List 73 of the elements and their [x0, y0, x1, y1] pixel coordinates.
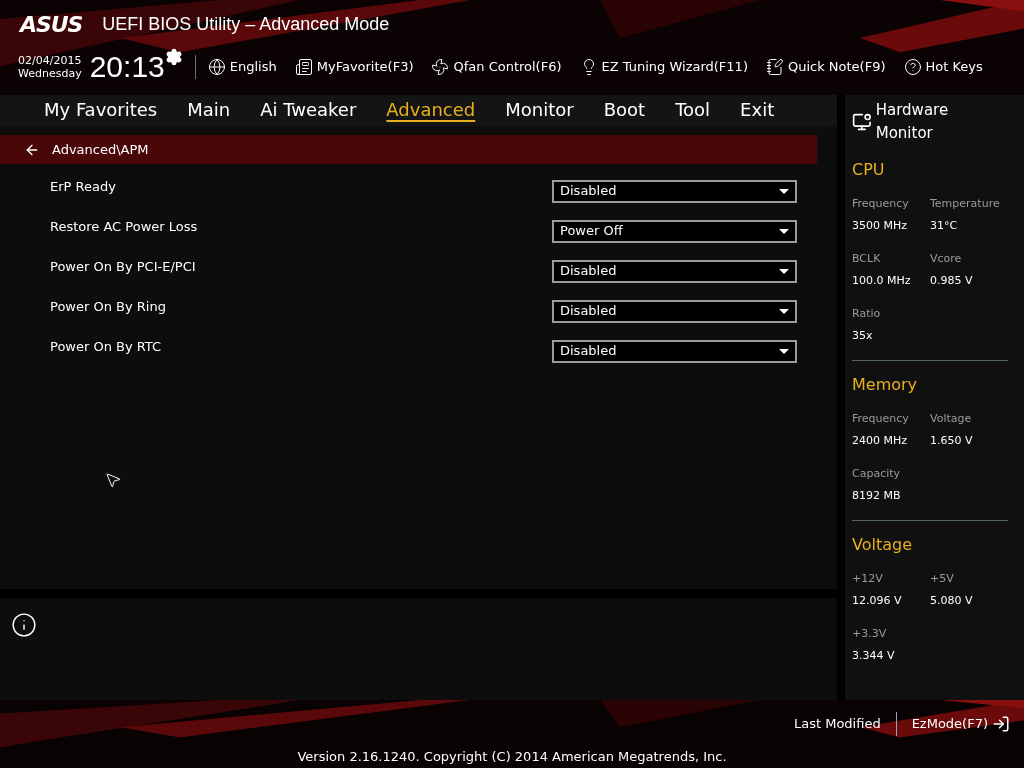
panel-title: Hardware Monitor	[875, 100, 950, 144]
metric-value: 100.0 MHz	[852, 272, 912, 289]
toolbar-button[interactable]: Hot Keys	[903, 57, 983, 77]
toolbar-button[interactable]: Quick Note(F9)	[765, 57, 886, 77]
list-icon	[294, 58, 313, 76]
metric-value: 3500 MHz	[852, 217, 909, 234]
tab[interactable]: Exit	[740, 99, 775, 121]
copyright: Version 2.16.1240. Copyright (C) 2014 American Megatrends, Inc.	[296, 748, 728, 766]
metric-label: Frequency	[852, 196, 910, 212]
metric-label: Voltage	[930, 411, 973, 427]
toolbar-button[interactable]: EZ Tuning Wizard(F11)	[579, 57, 748, 77]
tab[interactable]: Boot	[603, 99, 646, 121]
metric-label: Ratio	[852, 306, 882, 322]
metric-value: 3.344 V	[852, 647, 896, 664]
section-title: Voltage	[852, 534, 913, 556]
tab[interactable]: My Favorites	[44, 99, 158, 121]
metric-label: +5V	[930, 571, 955, 587]
metric-value: 1.650 V	[930, 432, 974, 449]
logo: ASUS	[20, 10, 83, 39]
monitor-icon	[852, 111, 872, 132]
tab[interactable]: Advanced	[386, 99, 476, 121]
tab[interactable]: Ai Tweaker	[260, 99, 357, 121]
metric-label: Vcore	[930, 251, 963, 267]
clock: 20:13	[89, 52, 165, 82]
setting-dropdown[interactable]: Power Off	[552, 219, 797, 243]
dropdown-arrow-icon	[779, 188, 789, 194]
dropdown-arrow-icon	[779, 268, 789, 274]
setting-label: ErP Ready	[50, 178, 116, 197]
setting-dropdown[interactable]: Disabled	[552, 299, 797, 323]
weekday: Wednesday	[18, 67, 82, 80]
window-title: UEFI BIOS Utility – Advanced Mode	[102, 12, 390, 36]
section-title: Memory	[852, 374, 919, 396]
exit-arrow-icon	[992, 715, 1010, 733]
setting-label: Power On By PCI-E/PCI	[50, 258, 196, 277]
tab[interactable]: Monitor	[505, 99, 574, 121]
metric-label: Temperature	[930, 196, 1001, 212]
setting-dropdown[interactable]: Disabled	[552, 259, 797, 283]
note-icon	[765, 58, 784, 76]
metric-label: BCLK	[852, 251, 882, 267]
toolbar-button[interactable]: Qfan Control(F6)	[431, 57, 562, 77]
metric-label: Capacity	[852, 466, 902, 482]
dropdown-arrow-icon	[779, 348, 789, 354]
dropdown-arrow-icon	[779, 228, 789, 234]
last-modified-button[interactable]: Last Modified	[793, 714, 881, 734]
setting-dropdown[interactable]: Disabled	[552, 339, 797, 363]
fan-icon	[431, 58, 450, 76]
setting-dropdown[interactable]: Disabled	[552, 179, 797, 203]
metric-value: 8192 MB	[852, 487, 902, 504]
metric-label: +3.3V	[852, 626, 888, 642]
metric-value: 31°C	[930, 217, 959, 234]
metric-value: 5.080 V	[930, 592, 974, 609]
setting-label: Power On By Ring	[50, 298, 166, 317]
globe-icon	[207, 58, 226, 76]
metric-label: Frequency	[852, 411, 910, 427]
help-icon	[903, 58, 922, 76]
dropdown-arrow-icon	[779, 308, 789, 314]
breadcrumb-bar[interactable]: Advanced\APM	[0, 135, 817, 164]
metric-value: 35x	[852, 327, 874, 344]
metric-label: +12V	[852, 571, 884, 587]
info-icon[interactable]	[11, 612, 37, 638]
toolbar-button[interactable]: English	[207, 57, 277, 77]
section-title: CPU	[852, 159, 886, 181]
date: 02/04/2015	[18, 54, 82, 67]
metric-value: 0.985 V	[930, 272, 974, 289]
setting-label: Restore AC Power Loss	[50, 218, 198, 237]
toolbar-button[interactable]: MyFavorite(F3)	[294, 57, 414, 77]
metric-value: 2400 MHz	[852, 432, 909, 449]
tab[interactable]: Tool	[675, 99, 711, 121]
tab[interactable]: Main	[187, 99, 231, 121]
breadcrumb: Advanced\APM	[52, 140, 149, 159]
metric-value: 12.096 V	[852, 592, 903, 609]
setting-label: Power On By RTC	[50, 338, 162, 357]
settings-icon[interactable]	[164, 48, 183, 66]
